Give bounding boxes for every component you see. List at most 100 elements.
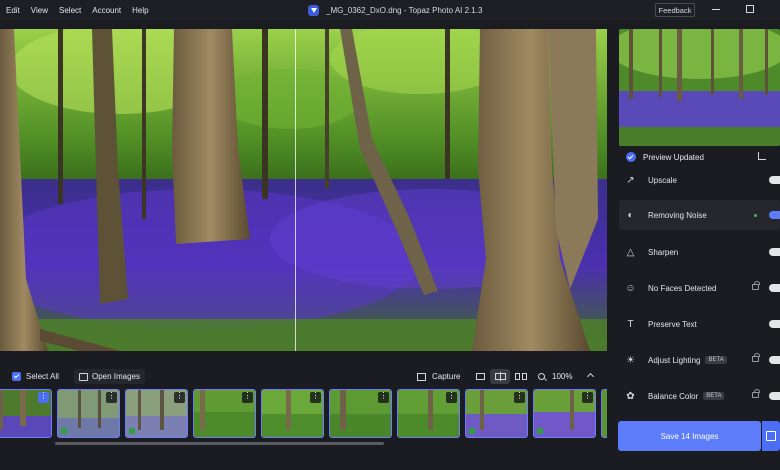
topaz-logo-icon [308, 4, 319, 16]
sharpen-icon: △ [626, 246, 635, 258]
title-bar: Edit View Select Account Help _MG_0362_D… [0, 0, 780, 20]
more-options-icon[interactable]: ⋮ [38, 392, 49, 403]
status-icon [61, 428, 67, 434]
face-recovery-toggle[interactable] [769, 284, 780, 292]
noise-icon: ◐ [627, 209, 634, 221]
model-label: Preserve Text [648, 319, 697, 329]
upscale-toggle[interactable] [769, 176, 780, 184]
model-label: Removing Noise [648, 210, 707, 220]
preserve-text-toggle[interactable] [769, 320, 780, 328]
select-all-label: Select All [26, 371, 59, 381]
status-icon [129, 428, 135, 434]
open-images-label: Open Images [92, 372, 141, 381]
capture-button[interactable]: Capture [413, 369, 464, 384]
more-options-icon[interactable]: ⋮ [242, 392, 253, 403]
feedback-button[interactable]: Feedback [655, 3, 695, 17]
capture-label: Capture [432, 372, 461, 381]
remove-noise-toggle[interactable] [769, 211, 780, 219]
model-preserve-text[interactable]: T Preserve Text [619, 309, 780, 339]
single-view-icon [475, 373, 485, 380]
thumbnail[interactable]: ⋮ [125, 389, 188, 438]
select-all-checkbox[interactable]: Select All [12, 369, 59, 383]
side-by-side-view-button[interactable] [511, 369, 531, 384]
forest-photo [0, 29, 607, 351]
menu-select[interactable]: Select [59, 6, 81, 15]
menu-account[interactable]: Account [92, 6, 121, 15]
model-face-recovery[interactable]: ☺ No Faces Detected [619, 273, 780, 303]
crop-icon[interactable] [758, 152, 766, 160]
model-label: Upscale [648, 175, 677, 185]
thumbnail[interactable]: ⋮ [533, 389, 596, 438]
color-icon: ✿ [626, 390, 635, 402]
model-upscale[interactable]: ↗ Upscale [619, 165, 780, 195]
thumbnail[interactable]: ⋮ [57, 389, 120, 438]
more-options-icon[interactable]: ⋮ [174, 392, 185, 403]
sharpen-toggle[interactable] [769, 248, 780, 256]
menu-help[interactable]: Help [132, 6, 148, 15]
thumbnail[interactable] [601, 389, 607, 438]
more-options-icon[interactable]: ⋮ [378, 392, 389, 403]
filmstrip: ⋮ ⋮ ⋮ ⋮ ⋮ ⋮ ⋮ ⋮ ⋮ [0, 389, 607, 439]
save-images-button[interactable]: Save 14 Images [618, 421, 761, 451]
menu-edit[interactable]: Edit [6, 6, 20, 15]
more-options-icon[interactable]: ⋮ [446, 392, 457, 403]
filmstrip-scrollbar[interactable] [55, 442, 384, 445]
menu-view[interactable]: View [31, 6, 48, 15]
face-icon: ☺ [625, 282, 636, 294]
text-icon: T [627, 318, 634, 330]
more-options-icon[interactable]: ⋮ [310, 392, 321, 403]
preview-status-label: Preview Updated [643, 152, 704, 162]
open-images-button[interactable]: Open Images [74, 369, 146, 384]
export-options-icon[interactable] [762, 421, 780, 451]
navigator-preview[interactable] [619, 29, 780, 146]
status-icon [469, 428, 475, 434]
model-label: No Faces Detected [648, 283, 717, 293]
model-remove-noise[interactable]: ◐ Removing Noise [619, 200, 780, 230]
model-label: Sharpen [648, 247, 679, 257]
thumbnail[interactable]: ⋮ [465, 389, 528, 438]
preview-status: Preview Updated [619, 149, 780, 165]
thumbnail[interactable]: ⋮ [193, 389, 256, 438]
beta-badge: BETA [703, 392, 725, 400]
checkbox-checked-icon [12, 371, 21, 381]
model-sharpen[interactable]: △ Sharpen [619, 237, 780, 267]
thumbnail[interactable]: ⋮ [0, 389, 52, 438]
chevron-up-icon[interactable] [586, 372, 595, 381]
thumbnail[interactable]: ⋮ [397, 389, 460, 438]
lock-icon [752, 389, 760, 398]
more-options-icon[interactable]: ⋮ [106, 392, 117, 403]
thumbnail[interactable]: ⋮ [329, 389, 392, 438]
menu-bar: Edit View Select Account Help [6, 0, 160, 20]
image-icon [79, 372, 88, 381]
more-options-icon[interactable]: ⋮ [582, 392, 593, 403]
check-circle-icon [626, 152, 636, 162]
adjust-lighting-toggle[interactable] [769, 356, 780, 364]
single-view-button[interactable] [470, 369, 490, 384]
zoom-icon [538, 373, 545, 380]
upscale-icon: ↗ [626, 174, 635, 186]
zoom-control[interactable]: 100% [538, 369, 572, 384]
processing-indicator [754, 214, 757, 217]
zoom-value: 100% [552, 372, 573, 381]
lock-icon [752, 353, 760, 362]
lighting-icon: ☀ [626, 354, 635, 366]
more-options-icon[interactable]: ⋮ [514, 392, 525, 403]
model-label: Adjust Lighting [648, 355, 701, 365]
filmstrip-toolbar: Select All Open Images Capture 100% [0, 365, 607, 387]
side-by-side-icon [514, 373, 528, 380]
minimize-icon[interactable] [712, 9, 720, 10]
balance-color-toggle[interactable] [769, 392, 780, 400]
window-title-group: _MG_0362_DxO.dng - Topaz Photo AI 2.1.3 [308, 0, 482, 20]
lock-icon [752, 281, 760, 290]
model-balance-color[interactable]: ✿ Balance Color BETA [619, 381, 780, 411]
split-view-button[interactable] [490, 369, 510, 384]
beta-badge: BETA [705, 356, 727, 364]
model-adjust-lighting[interactable]: ☀ Adjust Lighting BETA [619, 345, 780, 375]
model-label: Balance Color [648, 391, 699, 401]
comparison-divider[interactable] [295, 29, 296, 351]
camera-icon [417, 372, 426, 381]
split-view-icon [494, 372, 506, 381]
main-image-view[interactable] [0, 29, 607, 351]
thumbnail[interactable]: ⋮ [261, 389, 324, 438]
maximize-icon[interactable] [746, 5, 754, 13]
